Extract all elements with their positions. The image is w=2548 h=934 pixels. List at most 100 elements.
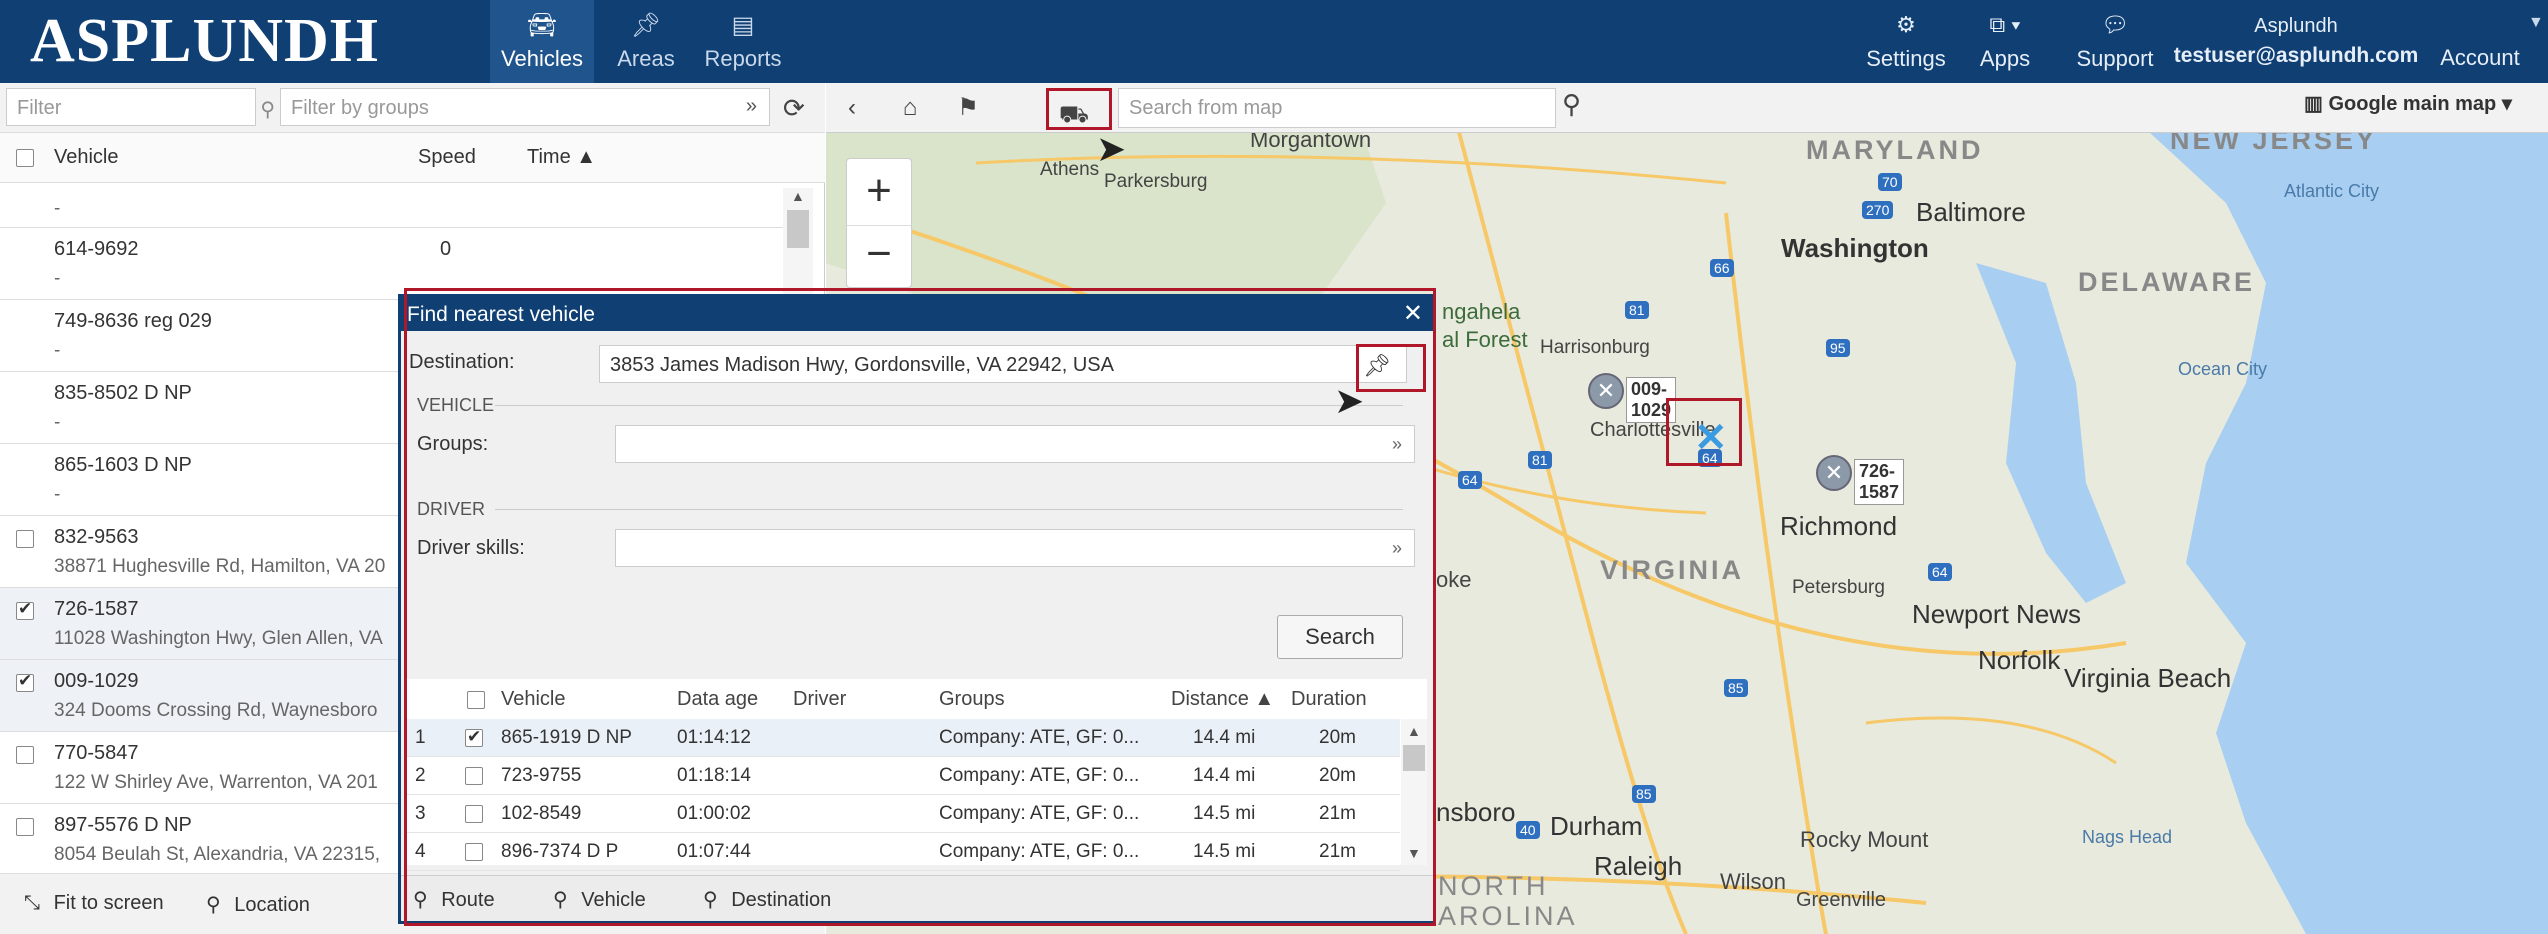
location-button[interactable]: ⚲ Location: [206, 892, 310, 917]
select-all-checkbox[interactable]: [16, 149, 34, 167]
arrows-in-icon: ⤡: [24, 892, 40, 914]
col-speed[interactable]: Speed: [418, 146, 476, 169]
home-button[interactable]: ⌂: [884, 88, 936, 128]
highway-shield: 85: [1632, 785, 1656, 803]
vehicle-marker-009-1029[interactable]: ✕ 009-1029: [1588, 373, 1677, 423]
location-label: Location: [234, 894, 310, 916]
map-label-forest: al Forest: [1442, 327, 1528, 352]
flag-button[interactable]: ⚑: [942, 88, 994, 128]
map-icon: ▥: [2304, 93, 2323, 115]
map-label-oke: oke: [1436, 567, 1472, 592]
account-caret-icon[interactable]: ▼: [2528, 14, 2544, 32]
marker-label: 726-1587: [1854, 459, 1905, 505]
vehicle-checkbox[interactable]: [16, 602, 34, 620]
vehicle-address: 11028 Washington Hwy, Glen Allen, VA: [54, 628, 383, 649]
user-email: testuser@asplundh.com: [2173, 44, 2419, 67]
scrollbar-thumb[interactable]: [787, 210, 809, 248]
vehicle-name: 770-5847: [54, 742, 139, 764]
double-chevron-down-icon: »: [745, 95, 757, 117]
highway-shield: 64: [1928, 563, 1952, 581]
zoom-out-button[interactable]: −: [847, 225, 911, 287]
col-time[interactable]: Time ▲: [527, 146, 596, 169]
vehicle-address: 122 W Shirley Ave, Warrenton, VA 201: [54, 772, 378, 793]
vehicle-row[interactable]: -: [0, 188, 800, 228]
map-search-input[interactable]: Search from map: [1118, 88, 1556, 128]
nav-vehicles[interactable]: 🚘︎ Vehicles: [490, 0, 594, 83]
mouse-cursor-icon: ➤: [1334, 380, 1365, 421]
support-button[interactable]: 💬︎ Support: [2070, 0, 2160, 83]
map-layer-selector[interactable]: ▥ Google main map ▾: [2304, 91, 2512, 116]
vehicle-pin-icon: ✕: [1588, 373, 1624, 409]
map-label-athens: Athens: [1040, 159, 1100, 180]
map-label-ngahela: ngahela: [1442, 299, 1521, 324]
asplundh-logo: ASPLUNDH: [30, 7, 380, 75]
document-icon: ▤: [731, 12, 755, 39]
highway-shield: 40: [1516, 821, 1540, 839]
vehicle-list-header: Vehicle Speed Time ▲: [0, 133, 825, 183]
caret-down-icon: ▾: [2501, 93, 2512, 115]
filter-input[interactable]: Filter ⚲: [6, 88, 275, 126]
user-menu[interactable]: Asplundh testuser@asplundh.com: [2173, 0, 2419, 83]
zoom-in-button[interactable]: +: [847, 159, 911, 223]
nav-reports[interactable]: ▤ Reports: [694, 0, 792, 83]
apps-button[interactable]: ⧉ ▾ Apps: [1960, 0, 2050, 83]
vehicle-address: 38871 Hughesville Rd, Hamilton, VA 20: [54, 556, 386, 577]
highway-shield: 64: [1458, 471, 1482, 489]
home-icon: ⌂: [902, 94, 918, 121]
map-label-durham: Durham: [1550, 811, 1643, 841]
highlight-dialog: [404, 288, 1436, 926]
map-label-washington: Washington: [1781, 233, 1929, 263]
highway-shield: 85: [1724, 679, 1748, 697]
map-search-placeholder: Search from map: [1129, 97, 1283, 119]
vehicle-checkbox[interactable]: [16, 818, 34, 836]
nav-areas-label: Areas: [617, 46, 675, 71]
location-pin-icon: ⚲: [206, 894, 221, 916]
col-vehicle[interactable]: Vehicle: [54, 146, 119, 169]
settings-label: Settings: [1866, 45, 1946, 71]
map-layer-label: Google main map: [2328, 93, 2497, 115]
map-label-rocky-mount: Rocky Mount: [1800, 827, 1929, 852]
vehicle-marker-726-1587[interactable]: ✕ 726-1587: [1816, 455, 1905, 505]
map-label-raleigh: Raleigh: [1594, 851, 1683, 881]
filter-placeholder: Filter: [17, 97, 62, 119]
map-label-wilson: Wilson: [1720, 869, 1787, 894]
highway-shield: 70: [1878, 173, 1902, 191]
vehicle-name: 726-1587: [54, 598, 139, 620]
map-label-atlantic-city: Atlantic City: [2284, 181, 2380, 201]
map-label-harrisonburg: Harrisonburg: [1540, 337, 1650, 358]
vehicle-checkbox[interactable]: [16, 530, 34, 548]
vehicle-address: 8054 Beulah St, Alexandria, VA 22315,: [54, 844, 381, 865]
scroll-up-icon[interactable]: ▲: [791, 188, 805, 204]
apps-label: Apps: [1979, 45, 2031, 71]
map-label-newport-news: Newport News: [1912, 599, 2082, 629]
vehicle-address: -: [54, 340, 61, 361]
vehicle-checkbox[interactable]: [16, 746, 34, 764]
mouse-cursor-icon: ➤: [1096, 128, 1127, 169]
map-search-icon[interactable]: ⚲: [1562, 89, 1581, 120]
pin-icon: 📌︎: [630, 12, 662, 39]
nav-areas[interactable]: 📌︎ Areas: [606, 0, 686, 83]
map-label-richmond: Richmond: [1780, 511, 1898, 541]
highway-shield: 95: [1826, 339, 1850, 357]
highway-shield: 66: [1710, 259, 1734, 277]
zoom-controls: + −: [846, 158, 912, 288]
collapse-panel-button[interactable]: ‹: [826, 88, 878, 128]
gear-icon: ⚙: [1896, 11, 1916, 37]
account-label: Account: [2440, 44, 2520, 70]
settings-button[interactable]: ⚙ Settings: [1858, 0, 1954, 83]
groups-filter-dropdown[interactable]: Filter by groups »: [280, 88, 770, 126]
nav-reports-label: Reports: [704, 46, 782, 71]
map-label-petersburg: Petersburg: [1792, 577, 1885, 598]
map-label-norfolk: Norfolk: [1978, 645, 2061, 675]
top-header: ASPLUNDH 🚘︎ Vehicles 📌︎ Areas ▤ Reports …: [0, 0, 2548, 83]
vehicle-checkbox[interactable]: [16, 674, 34, 692]
car-icon: 🚘︎: [526, 12, 558, 39]
account-button[interactable]: Account: [2430, 0, 2530, 83]
map-label-arolina: AROLINA: [1438, 901, 1578, 931]
vehicle-address: -: [54, 484, 61, 505]
highlight-destination-marker: [1666, 398, 1742, 466]
highway-shield: 270: [1862, 201, 1894, 219]
fit-to-screen-button[interactable]: ⤡ Fit to screen: [24, 892, 164, 915]
map-label-virginia-beach: Virginia Beach: [2064, 663, 2232, 693]
refresh-icon[interactable]: ⟳: [783, 93, 805, 124]
